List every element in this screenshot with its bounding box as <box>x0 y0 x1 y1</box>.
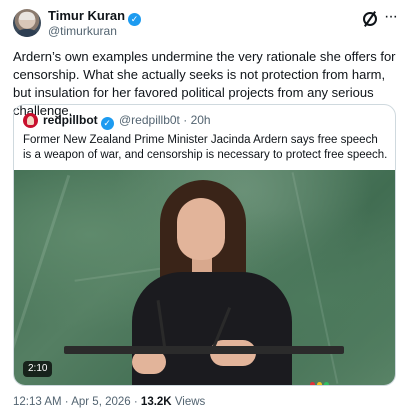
quoted-author-name[interactable]: redpillbot ✓ <box>43 113 114 130</box>
speaker-figure <box>132 180 292 385</box>
avatar-shirt <box>15 29 39 37</box>
views-label: Views <box>174 396 206 408</box>
author-handle[interactable]: @timurkuran <box>48 24 117 39</box>
quoted-author-name-text: redpillbot <box>43 113 98 127</box>
footer-separator: · <box>64 396 69 408</box>
views-count[interactable]: 13.2K <box>141 396 172 408</box>
author-avatar[interactable] <box>13 9 41 37</box>
verified-badge-icon: ✓ <box>128 13 142 26</box>
more-options-icon[interactable]: ··· <box>384 9 398 25</box>
post-date[interactable]: Apr 5, 2026 <box>71 396 130 408</box>
quoted-author-handle[interactable]: @redpillb0t <box>119 113 180 127</box>
tweet-card: Timur Kuran ✓ @timurkuran ··· Ardern’s ow… <box>0 0 410 420</box>
video-duration: 2:10 <box>23 361 53 377</box>
author-name-text: Timur Kuran <box>48 8 126 23</box>
meta-separator: · <box>183 113 188 127</box>
quoted-tweet[interactable]: redpillbot ✓ @redpillb0t · 20h Former New… <box>13 104 396 386</box>
tweet-footer: 12:13 AM · Apr 5, 2026 · 13.2K Views <box>13 395 205 410</box>
verified-badge-icon: ✓ <box>100 117 114 130</box>
post-time[interactable]: 12:13 AM <box>13 396 62 408</box>
quoted-author-avatar[interactable] <box>23 113 38 128</box>
marble-vein <box>14 174 71 382</box>
avatar-hair <box>19 12 35 20</box>
quoted-text: Former New Zealand Prime Minister Jacind… <box>23 134 388 161</box>
grok-icon[interactable] <box>363 12 377 26</box>
quoted-timestamp[interactable]: 20h <box>191 113 211 127</box>
quoted-meta: @redpillb0t · 20h <box>119 113 211 128</box>
footer-separator: · <box>133 396 138 408</box>
podium-edge <box>64 346 344 354</box>
podium-lights <box>310 374 340 385</box>
video-player[interactable]: 2:10 <box>14 170 395 385</box>
speaker-face <box>177 198 225 260</box>
